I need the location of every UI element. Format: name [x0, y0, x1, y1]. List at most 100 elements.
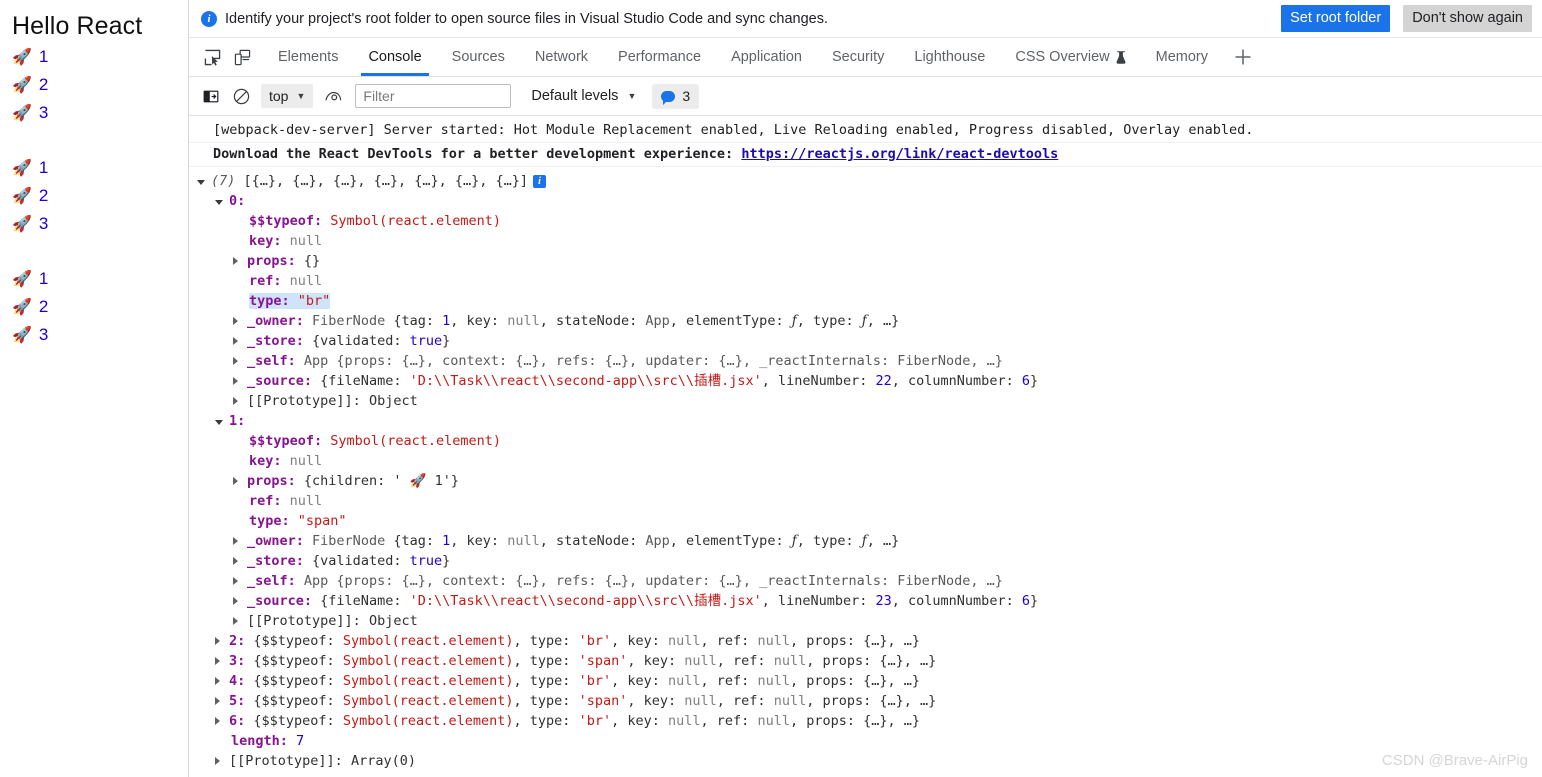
- array-item-2-row[interactable]: 2: {$$typeof: Symbol(react.element), typ…: [189, 631, 1542, 651]
- array-prototype-row[interactable]: [[Prototype]]: Array(0): [189, 751, 1542, 771]
- tab-network[interactable]: Network: [520, 38, 603, 76]
- prop-source-row[interactable]: _source: {fileName: 'D:\\Task\\react\\se…: [189, 591, 1542, 611]
- disclosure-triangle-closed-icon[interactable]: [233, 531, 247, 551]
- dont-show-again-button[interactable]: Don't show again: [1403, 5, 1532, 32]
- prop-type-row-selected[interactable]: type: "br": [189, 291, 1542, 311]
- owner-class: FiberNode: [312, 313, 386, 329]
- execution-context-selector[interactable]: top ▼: [261, 84, 314, 108]
- disclosure-triangle-closed-icon[interactable]: [233, 471, 247, 491]
- source-col-key: , columnNumber:: [891, 593, 1014, 609]
- prop-owner-row[interactable]: _owner: FiberNode {tag: 1, key: null, st…: [189, 531, 1542, 551]
- tab-security[interactable]: Security: [817, 38, 899, 76]
- prop-value: "span": [297, 513, 347, 529]
- tab-elements[interactable]: Elements: [263, 38, 353, 76]
- disclosure-triangle-closed-icon[interactable]: [233, 311, 247, 331]
- rocket-icon: 🚀: [12, 105, 32, 122]
- experiment-flask-icon: [1116, 50, 1126, 64]
- source-pre: {fileName:: [320, 593, 402, 609]
- console-sidebar-icon[interactable]: [197, 82, 225, 110]
- disclosure-triangle-closed-icon[interactable]: [215, 671, 229, 691]
- tab-css-overview[interactable]: CSS Overview: [1000, 38, 1140, 76]
- array-item-6-row[interactable]: 6: {$$typeof: Symbol(react.element), typ…: [189, 711, 1542, 731]
- disclosure-triangle-closed-icon[interactable]: [233, 251, 247, 271]
- more-tabs-button[interactable]: [1223, 38, 1263, 76]
- info-icon: i: [201, 10, 217, 27]
- prop-source-row[interactable]: _source: {fileName: 'D:\\Task\\react\\se…: [189, 371, 1542, 391]
- prop-props-row[interactable]: props: {children: ' 🚀 1'}: [189, 471, 1542, 491]
- prop-key: key:: [249, 233, 282, 249]
- prop-prototype-row[interactable]: [[Prototype]]: Object: [189, 611, 1542, 631]
- list-item: 🚀 3: [12, 99, 188, 127]
- prop-key: props:: [247, 473, 296, 489]
- live-expression-icon[interactable]: [319, 82, 347, 110]
- array-item-5-row[interactable]: 5: {$$typeof: Symbol(react.element), typ…: [189, 691, 1542, 711]
- prop-props-row[interactable]: props: {}: [189, 251, 1542, 271]
- array-root-row[interactable]: (7) [{…}, {…}, {…}, {…}, {…}, {…}, {…}] i: [189, 171, 1542, 191]
- clear-console-icon[interactable]: [227, 82, 255, 110]
- obj-type-key: , type:: [513, 633, 571, 649]
- disclosure-triangle-open-icon[interactable]: [215, 191, 229, 211]
- tab-lighthouse[interactable]: Lighthouse: [899, 38, 1000, 76]
- set-root-folder-button[interactable]: Set root folder: [1281, 5, 1391, 32]
- array-index-label: 3:: [229, 653, 246, 669]
- disclosure-triangle-open-icon[interactable]: [197, 171, 211, 191]
- list-item-label: 1: [38, 158, 49, 177]
- disclosure-triangle-closed-icon[interactable]: [215, 751, 229, 771]
- tab-sources[interactable]: Sources: [437, 38, 520, 76]
- owner-statenode-key: , stateNode:: [539, 533, 638, 549]
- disclosure-triangle-closed-icon[interactable]: [215, 651, 229, 671]
- tab-console[interactable]: Console: [353, 38, 436, 76]
- prop-self-row[interactable]: _self: App {props: {…}, context: {…}, re…: [189, 571, 1542, 591]
- disclosure-triangle-closed-icon[interactable]: [215, 711, 229, 731]
- disclosure-triangle-closed-icon[interactable]: [215, 631, 229, 651]
- rocket-icon: 🚀: [12, 299, 32, 316]
- prop-store-row[interactable]: _store: {validated: true}: [189, 551, 1542, 571]
- list-item: 🚀 3: [12, 210, 188, 238]
- obj-ref-value: null: [757, 633, 790, 649]
- rocket-group-1: 🚀 1 🚀 2 🚀 3: [12, 43, 188, 127]
- disclosure-triangle-closed-icon[interactable]: [233, 351, 247, 371]
- disclosure-triangle-closed-icon[interactable]: [215, 691, 229, 711]
- filter-input[interactable]: [355, 84, 512, 108]
- prop-owner-row[interactable]: _owner: FiberNode {tag: 1, key: null, st…: [189, 311, 1542, 331]
- prop-key-row: key: null: [189, 231, 1542, 251]
- prop-value: null: [289, 453, 323, 469]
- disclosure-triangle-closed-icon[interactable]: [233, 591, 247, 611]
- obj-key-value: null: [684, 653, 717, 669]
- prop-key: _store:: [247, 553, 304, 569]
- disclosure-triangle-closed-icon[interactable]: [233, 551, 247, 571]
- tab-performance[interactable]: Performance: [603, 38, 716, 76]
- tab-memory[interactable]: Memory: [1141, 38, 1223, 76]
- array-item-1-row[interactable]: 1:: [189, 411, 1542, 431]
- array-index-label: 6:: [229, 713, 246, 729]
- disclosure-triangle-closed-icon[interactable]: [233, 391, 247, 411]
- disclosure-triangle-closed-icon[interactable]: [233, 371, 247, 391]
- list-item: 🚀 3: [12, 321, 188, 349]
- prop-store-row[interactable]: _store: {validated: true}: [189, 331, 1542, 351]
- disclosure-triangle-open-icon[interactable]: [215, 411, 229, 431]
- rocket-group-2: 🚀 1 🚀 2 🚀 3: [12, 154, 188, 238]
- prop-key: _source:: [247, 593, 313, 609]
- tab-label: Elements: [278, 49, 339, 65]
- obj-open: {$$typeof:: [253, 653, 335, 669]
- chevron-down-icon: ▼: [296, 90, 306, 101]
- obj-key-key: , key:: [611, 673, 660, 689]
- message-count-badge[interactable]: 3: [652, 83, 700, 109]
- array-item-0-row[interactable]: 0:: [189, 191, 1542, 211]
- disclosure-triangle-closed-icon[interactable]: [233, 611, 247, 631]
- array-item-4-row[interactable]: 4: {$$typeof: Symbol(react.element), typ…: [189, 671, 1542, 691]
- tab-application[interactable]: Application: [716, 38, 817, 76]
- device-toolbar-icon[interactable]: [227, 38, 257, 76]
- console-object-tree: (7) [{…}, {…}, {…}, {…}, {…}, {…}, {…}] i…: [189, 167, 1542, 771]
- react-devtools-link[interactable]: https://reactjs.org/link/react-devtools: [741, 146, 1058, 162]
- obj-open: {$$typeof:: [253, 633, 335, 649]
- obj-props-key: , props:: [789, 713, 855, 729]
- console-output[interactable]: [webpack-dev-server] Server started: Hot…: [189, 116, 1542, 777]
- disclosure-triangle-closed-icon[interactable]: [233, 571, 247, 591]
- disclosure-triangle-closed-icon[interactable]: [233, 331, 247, 351]
- inspect-element-icon[interactable]: [197, 38, 227, 76]
- prop-self-row[interactable]: _self: App {props: {…}, context: {…}, re…: [189, 351, 1542, 371]
- log-levels-selector[interactable]: Default levels ▼: [527, 88, 640, 104]
- prop-prototype-row[interactable]: [[Prototype]]: Object: [189, 391, 1542, 411]
- array-item-3-row[interactable]: 3: {$$typeof: Symbol(react.element), typ…: [189, 651, 1542, 671]
